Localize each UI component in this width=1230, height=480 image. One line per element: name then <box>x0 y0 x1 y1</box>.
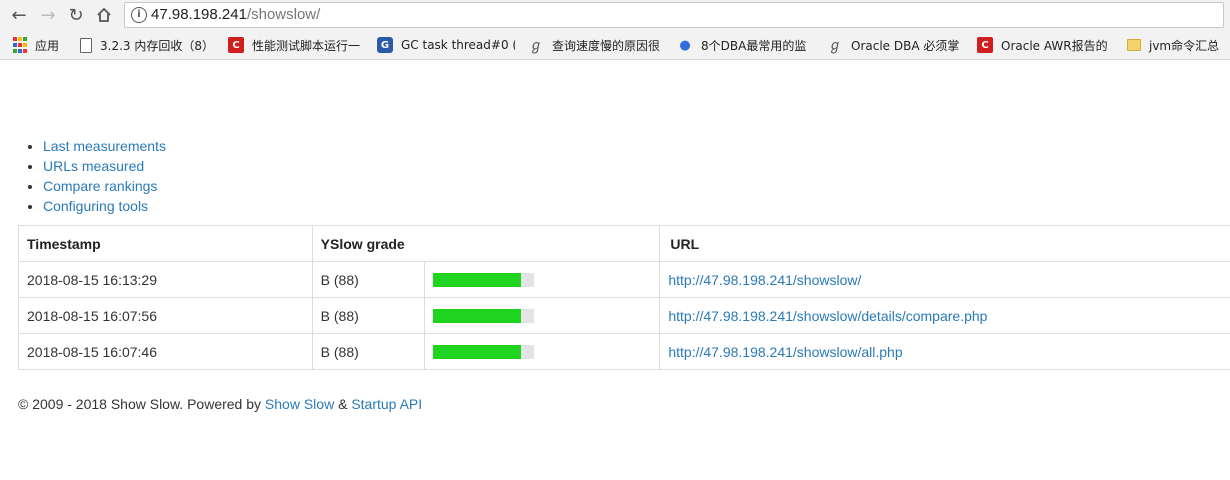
bookmark-label: jvm命令汇总 <box>1149 38 1220 53</box>
configuring-tools-link[interactable]: Configuring tools <box>43 198 148 214</box>
bookmark-apps[interactable]: 应用 <box>13 36 59 54</box>
measured-url-link[interactable]: http://47.98.198.241/showslow/ <box>668 272 861 288</box>
folder-icon <box>1127 39 1141 51</box>
site-info-icon[interactable]: i <box>131 7 147 23</box>
score-bar-fill <box>432 308 522 323</box>
bookmark-slow-query[interactable]: ℊ 查询速度慢的原因很 <box>528 36 664 54</box>
bookmark-perf-script[interactable]: C 性能测试脚本运行一 <box>228 36 366 54</box>
forward-arrow-icon[interactable]: → <box>37 4 59 26</box>
timestamp-cell: 2018-08-15 16:13:29 <box>18 261 313 298</box>
grade-cell: B (88) <box>311 297 425 334</box>
bookmark-label: 查询速度慢的原因很 <box>552 38 661 53</box>
csdn-icon: C <box>228 37 244 53</box>
bookmark-label: Oracle AWR报告的 <box>1001 38 1108 53</box>
copyright-text: © 2009 - 2018 Show Slow. Powered by <box>18 396 265 412</box>
back-arrow-icon[interactable]: ← <box>8 4 30 26</box>
gc-site-icon: ℊ <box>828 38 842 54</box>
bookmark-gc-thread[interactable]: G GC task thread#0 ( <box>377 36 515 54</box>
urls-measured-link[interactable]: URLs measured <box>43 158 144 174</box>
score-bar <box>432 344 534 359</box>
nav-item-last-measurements: Last measurements <box>43 136 166 156</box>
browser-toolbar: ← → ↻ i 47.98.198.241/showslow/ <box>0 0 1230 31</box>
startup-api-link[interactable]: Startup API <box>351 396 422 412</box>
apps-grid-icon <box>13 37 27 53</box>
show-slow-link[interactable]: Show Slow <box>265 396 334 412</box>
document-icon <box>80 37 92 53</box>
bookmark-label: 应用 <box>35 38 60 53</box>
timestamp-header: Timestamp <box>18 225 313 262</box>
measured-url-link[interactable]: http://47.98.198.241/showslow/details/co… <box>668 308 987 324</box>
url-header: URL <box>659 225 1230 262</box>
bookmark-label: 8个DBA最常用的监 <box>701 38 807 53</box>
yslow-grade-header: YSlow grade <box>311 225 661 262</box>
nav-item-urls-measured: URLs measured <box>43 156 166 176</box>
timestamp-cell: 2018-08-15 16:07:46 <box>18 333 313 370</box>
bookmark-oracle-dba[interactable]: ℊ Oracle DBA 必须掌 <box>827 36 965 54</box>
score-bar-cell <box>423 261 661 298</box>
bookmark-label: GC task thread#0 ( <box>401 38 515 52</box>
cnblogs-icon: G <box>377 37 393 53</box>
reload-icon[interactable]: ↻ <box>65 4 87 26</box>
table-header-row: Timestamp YSlow grade URL <box>18 225 1230 262</box>
score-bar-fill <box>432 344 522 359</box>
last-measurements-link[interactable]: Last measurements <box>43 138 166 154</box>
bookmark-dba-monitor[interactable]: ● 8个DBA最常用的监 <box>677 36 815 54</box>
nav-item-configuring-tools: Configuring tools <box>43 196 166 216</box>
measurements-table: Timestamp YSlow grade URL 2018-08-15 16:… <box>18 225 1230 370</box>
url-path: /showslow/ <box>246 6 321 23</box>
gc-site-icon: ℊ <box>529 38 543 54</box>
bookmark-label: 性能测试脚本运行一 <box>252 38 361 53</box>
bookmark-oracle-awr[interactable]: C Oracle AWR报告的 <box>977 36 1116 54</box>
url-host: 47.98.198.241 <box>151 6 247 23</box>
score-bar <box>432 308 534 323</box>
main-nav: Last measurements URLs measured Compare … <box>24 136 166 216</box>
measured-url-link[interactable]: http://47.98.198.241/showslow/all.php <box>668 344 902 360</box>
bookmark-label: Oracle DBA 必须掌 <box>851 38 960 53</box>
bookmark-memory-gc[interactable]: 3.2.3 内存回收（8） <box>80 36 215 54</box>
home-icon[interactable] <box>93 4 115 26</box>
page-footer: © 2009 - 2018 Show Slow. Powered by Show… <box>18 396 422 412</box>
score-bar-cell <box>423 297 661 334</box>
baidu-paw-icon: ● <box>679 37 691 53</box>
table-row: 2018-08-15 16:07:56 B (88) http://47.98.… <box>18 297 1230 334</box>
bookmark-jvm-commands[interactable]: jvm命令汇总 <box>1127 36 1230 54</box>
table-row: 2018-08-15 16:07:46 B (88) http://47.98.… <box>18 333 1230 370</box>
score-bar-cell <box>423 333 661 370</box>
bookmark-label: 3.2.3 内存回收（8） <box>100 38 214 53</box>
grade-cell: B (88) <box>311 261 425 298</box>
csdn-icon: C <box>977 37 993 53</box>
table-row: 2018-08-15 16:13:29 B (88) http://47.98.… <box>18 261 1230 298</box>
timestamp-cell: 2018-08-15 16:07:56 <box>18 297 313 334</box>
score-bar-fill <box>432 272 522 287</box>
bookmarks-bar: 应用 3.2.3 内存回收（8） C 性能测试脚本运行一 G GC task t… <box>0 31 1230 60</box>
score-bar <box>432 272 534 287</box>
grade-cell: B (88) <box>311 333 425 370</box>
compare-rankings-link[interactable]: Compare rankings <box>43 178 157 194</box>
nav-item-compare-rankings: Compare rankings <box>43 176 166 196</box>
address-bar[interactable]: i 47.98.198.241/showslow/ <box>124 2 1224 28</box>
ampersand-text: & <box>334 396 352 412</box>
address-url: 47.98.198.241/showslow/ <box>151 6 320 23</box>
